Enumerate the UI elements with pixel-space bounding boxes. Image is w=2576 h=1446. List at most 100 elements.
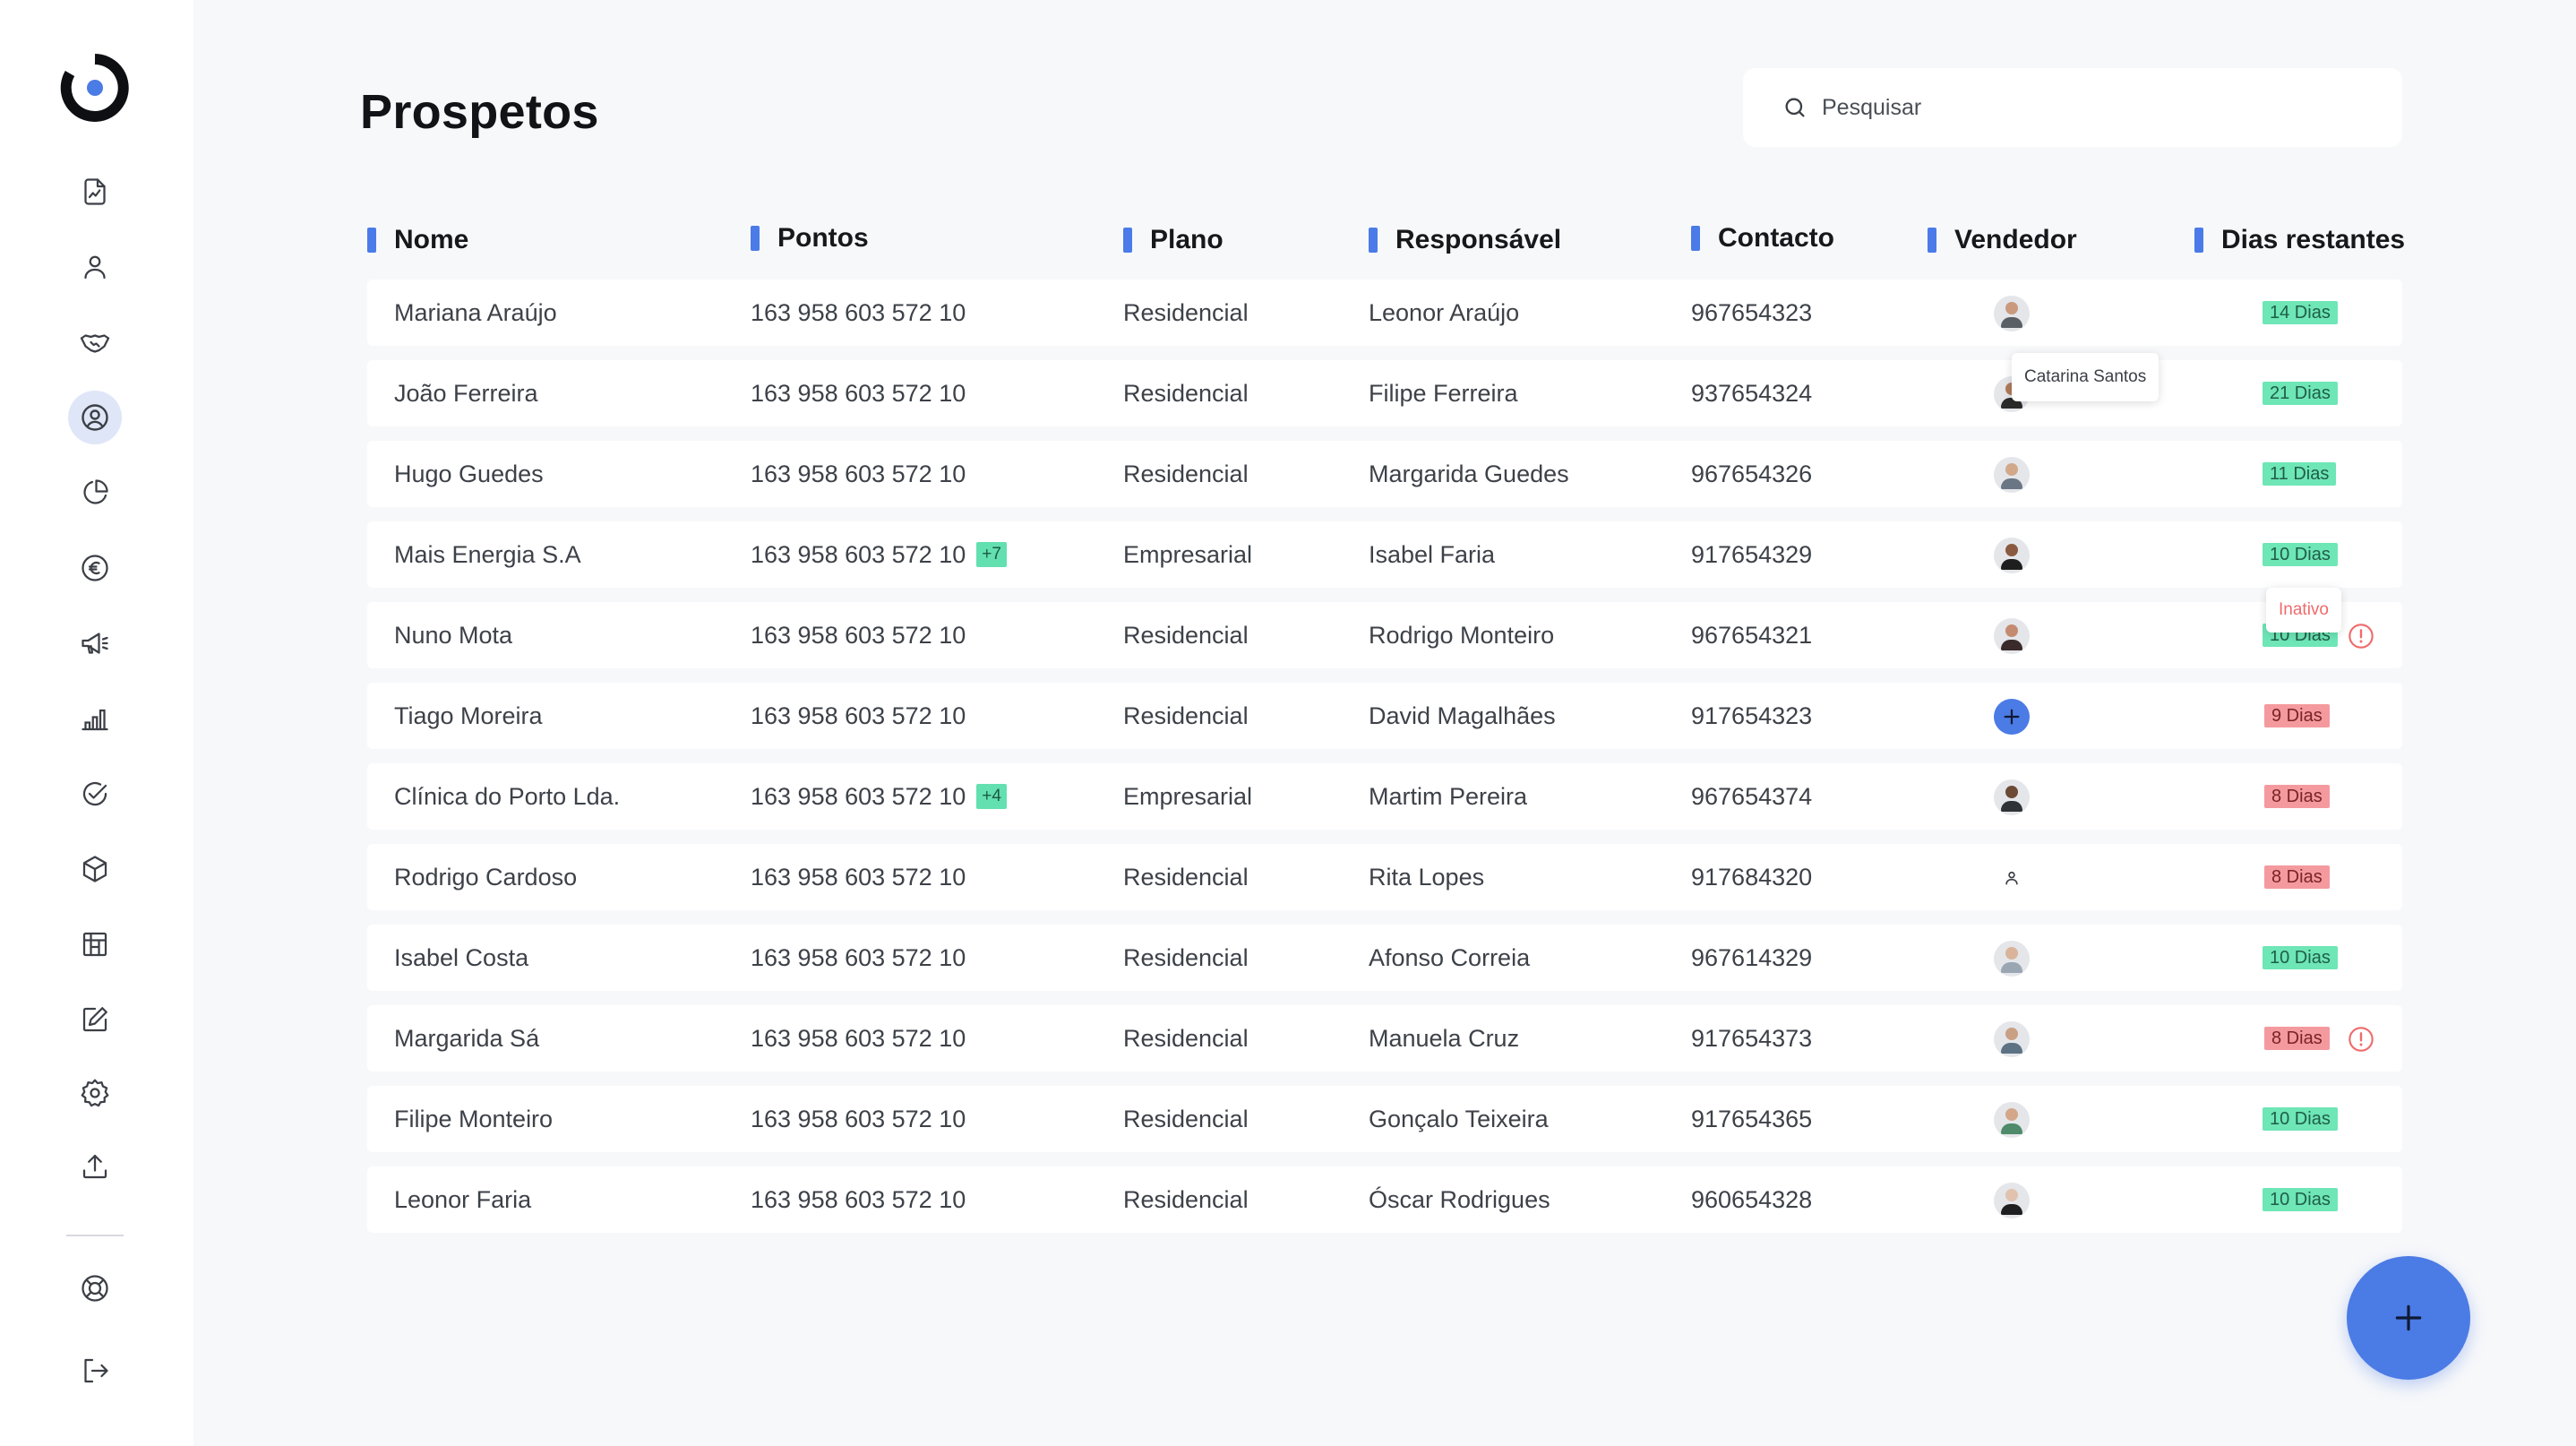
seller-avatar[interactable]	[1994, 296, 2030, 331]
seller-avatar[interactable]	[1994, 1183, 2030, 1218]
table-row[interactable]: Mais Energia S.A 163 958 603 572 10 +7 Empr…	[367, 521, 2402, 588]
column-header-vendedor[interactable]: Vendedor	[1928, 222, 2077, 258]
building-icon	[82, 932, 107, 957]
table-row[interactable]: Mariana Araújo 163 958 603 572 10 Residenc…	[367, 280, 2402, 346]
column-header-dias-restantes[interactable]: Dias restantes	[2194, 222, 2405, 258]
cell-plano-text: Empresarial	[1123, 540, 1253, 568]
extra-points-badge[interactable]: +4	[976, 784, 1007, 809]
nav-tasks[interactable]	[68, 767, 122, 821]
table-row[interactable]: Hugo Guedes 163 958 603 572 10 Residencial…	[367, 441, 2402, 507]
cell-plano-text: Residencial	[1123, 863, 1249, 891]
nav-products[interactable]	[68, 842, 122, 896]
column-marker	[367, 228, 376, 253]
cell-pontos: 163 958 603 572 10	[751, 280, 966, 346]
table-row[interactable]: Clínica do Porto Lda. 163 958 603 572 10 +…	[367, 763, 2402, 830]
column-header-nome[interactable]: Nome	[367, 222, 468, 258]
nav-settings[interactable]	[68, 1066, 122, 1120]
table-row[interactable]: Rodrigo Cardoso 163 958 603 572 10 Residen…	[367, 844, 2402, 910]
cell-responsavel: Rodrigo Monteiro	[1369, 602, 1554, 668]
nav-documents[interactable]	[68, 165, 122, 219]
seller-avatar[interactable]	[1994, 538, 2030, 573]
cell-plano: Residencial	[1123, 441, 1249, 507]
sidebar-divider	[66, 1235, 124, 1236]
nav-marketing[interactable]	[68, 616, 122, 670]
seller-avatar[interactable]	[1994, 1021, 2030, 1057]
megaphone-icon	[82, 633, 108, 654]
cell-nome-text: Margarida Sá	[394, 1024, 540, 1052]
nav-logout[interactable]	[68, 1344, 122, 1398]
table-row[interactable]: Nuno Mota 163 958 603 572 10 Residencial Ro…	[367, 602, 2402, 668]
table-row[interactable]: Margarida Sá 163 958 603 572 10 Residencia…	[367, 1005, 2402, 1072]
cell-pontos-text: 163 958 603 572 10	[751, 1105, 966, 1132]
sidebar	[0, 0, 193, 1446]
column-header-plano[interactable]: Plano	[1123, 222, 1224, 258]
cell-nome: Nuno Mota	[394, 602, 512, 668]
days-remaining-badge: 8 Dias	[2264, 785, 2330, 808]
cell-responsavel: Rita Lopes	[1369, 844, 1484, 910]
cell-contacto: 967654374	[1691, 763, 1812, 830]
nav-edit[interactable]	[68, 993, 122, 1046]
nav-statistics[interactable]	[68, 692, 122, 745]
table-row[interactable]: Leonor Faria 163 958 603 572 10 Residencia…	[367, 1166, 2402, 1233]
status-tooltip: Inativo	[2266, 588, 2341, 633]
nav-users[interactable]	[68, 240, 122, 294]
nav-stores[interactable]	[68, 917, 122, 971]
nav-finance[interactable]	[68, 541, 122, 595]
avatar-head	[2005, 947, 2018, 960]
user-circle-icon	[82, 404, 108, 431]
cell-contacto-text: 967654323	[1691, 298, 1813, 326]
assign-seller-button[interactable]	[1994, 699, 2030, 735]
seller-avatar[interactable]	[1994, 457, 2030, 493]
cell-responsavel-text: Margarida Guedes	[1369, 460, 1569, 487]
cell-contacto: 917654323	[1691, 683, 1812, 749]
column-header-responsavel[interactable]: Responsável	[1369, 222, 1561, 258]
cell-responsavel: Isabel Faria	[1369, 521, 1495, 588]
days-remaining-badge: 14 Dias	[2263, 301, 2338, 324]
seller-avatar-placeholder[interactable]	[1994, 860, 2030, 896]
seller-avatar[interactable]	[1994, 779, 2030, 815]
nav-help[interactable]	[68, 1261, 122, 1315]
column-header-contacto[interactable]: Contacto	[1691, 220, 1834, 256]
cell-contacto: 960654328	[1691, 1166, 1812, 1233]
cell-plano-text: Residencial	[1123, 1024, 1249, 1052]
cell-responsavel: Leonor Araújo	[1369, 280, 1519, 346]
cell-responsavel: Margarida Guedes	[1369, 441, 1569, 507]
cell-contacto: 917654329	[1691, 521, 1812, 588]
column-header-pontos[interactable]: Pontos	[751, 220, 869, 256]
avatar-head	[2005, 1028, 2018, 1040]
table-row[interactable]: Isabel Costa 163 958 603 572 10 Residencia…	[367, 925, 2402, 991]
cell-contacto-text: 967654326	[1691, 460, 1813, 487]
nav-partners[interactable]	[68, 315, 122, 369]
avatar-head	[2005, 463, 2018, 476]
nav-reports[interactable]	[68, 466, 122, 520]
search-box[interactable]	[1743, 68, 2402, 147]
warning-icon[interactable]	[2347, 1025, 2375, 1054]
seller-avatar[interactable]	[1994, 1102, 2030, 1138]
cell-pontos: 163 958 603 572 10	[751, 360, 966, 426]
avatar-head	[2005, 624, 2018, 637]
table-row[interactable]: Tiago Moreira 163 958 603 572 10 Residenci…	[367, 683, 2402, 749]
search-input[interactable]	[1822, 94, 2323, 121]
bar-chart-icon	[82, 709, 108, 731]
add-prospect-button[interactable]	[2347, 1256, 2470, 1380]
cell-plano: Residencial	[1123, 844, 1249, 910]
cell-nome-text: Hugo Guedes	[394, 460, 544, 487]
app-logo[interactable]	[59, 52, 131, 124]
euro-icon	[82, 555, 108, 581]
days-remaining-badge: 8 Dias	[2264, 1027, 2330, 1050]
table-row[interactable]: Filipe Monteiro 163 958 603 572 10 Residen…	[367, 1086, 2402, 1152]
nav-prospects[interactable]	[68, 391, 122, 444]
warning-icon[interactable]	[2347, 622, 2375, 650]
cell-responsavel: Óscar Rodrigues	[1369, 1166, 1550, 1233]
cell-responsavel-text: Afonso Correia	[1369, 943, 1531, 971]
extra-points-badge[interactable]: +7	[976, 542, 1007, 567]
cell-contacto: 937654324	[1691, 360, 1812, 426]
nav-upload[interactable]	[68, 1140, 122, 1193]
cell-contacto-text: 960654328	[1691, 1185, 1813, 1213]
cell-responsavel-text: Martim Pereira	[1369, 782, 1528, 810]
cell-nome: Leonor Faria	[394, 1166, 531, 1233]
cell-pontos-text: 163 958 603 572 10	[751, 943, 966, 971]
cell-plano-text: Residencial	[1123, 621, 1249, 649]
seller-avatar[interactable]	[1994, 941, 2030, 977]
seller-avatar[interactable]	[1994, 618, 2030, 654]
